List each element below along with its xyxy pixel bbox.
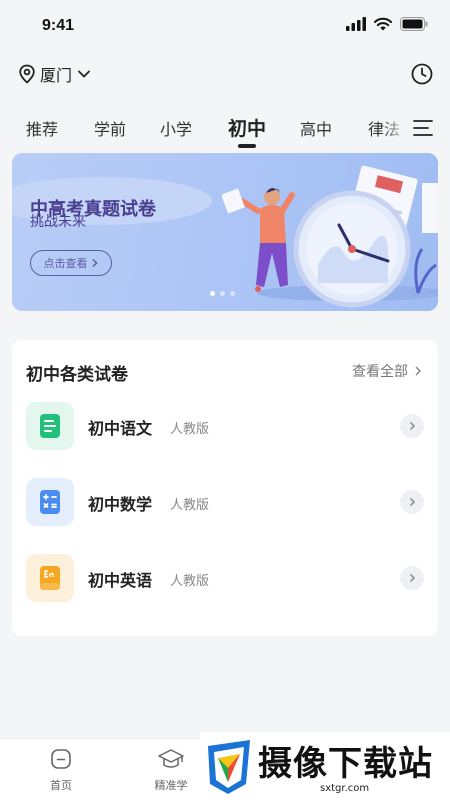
nav-home-label: 首页 [50,779,72,792]
see-all-label: 查看全部 [352,364,408,380]
watermark-logo [208,740,250,794]
history-button[interactable] [410,62,434,86]
location-selector[interactable]: 厦门 [18,62,92,86]
status-time: 9:41 [42,17,75,34]
watermark-text: 摄像下载站 [258,744,433,784]
active-tab-indicator [238,144,256,148]
clock-icon [411,63,433,85]
menu-icon [413,120,433,136]
promo-banner[interactable]: 中高考真题试卷 挑战未来 点击查看 [12,153,438,311]
item-edition: 人教版 [170,574,210,589]
nav-precision-learning-label: 精准学 [154,779,188,792]
signal-icon [346,17,366,31]
item-edition: 人教版 [170,498,210,513]
status-icons [346,17,428,31]
exam-papers-card: 初中各类试卷 查看全部 初中语文 人教版 初中数学 人教版 初中英语 人教版 [12,340,438,636]
wifi-icon [374,17,392,31]
item-arrow-button[interactable] [400,490,424,514]
banner-view-button[interactable]: 点击查看 [30,250,112,276]
document-icon [26,402,74,450]
location-pin-icon [19,64,35,84]
banner-illustration [222,165,438,308]
tab-preschool[interactable]: 学前 [94,116,126,140]
chevron-right-icon [409,497,416,507]
category-tabs: 推荐 学前 小学 初中 高中 律法 [0,108,450,150]
watermark: 摄像下载站 sxtgr.com [200,732,450,800]
item-arrow-button[interactable] [400,566,424,590]
graduation-cap-icon [158,749,184,768]
list-item-chinese[interactable]: 初中语文 人教版 [26,402,424,450]
item-title: 初中英语 [88,571,153,590]
item-title: 初中语文 [88,419,153,438]
item-title: 初中数学 [88,495,153,514]
nav-precision-learning[interactable]: 精准学 [141,747,201,793]
watermark-url: sxtgr.com [320,783,370,794]
category-menu-button[interactable] [412,118,434,138]
section-title: 初中各类试卷 [26,365,128,385]
tab-primary[interactable]: 小学 [160,116,192,140]
banner-subtitle: 挑战未来 [30,214,86,230]
location-label: 厦门 [40,66,73,85]
tab-junior-high[interactable]: 初中 [228,114,266,141]
banner-button-label: 点击查看 [43,257,88,270]
battery-icon [400,17,428,31]
item-edition: 人教版 [170,422,210,437]
list-item-english[interactable]: 初中英语 人教版 [26,554,424,602]
chevron-right-icon [409,421,416,431]
chevron-down-icon [78,70,90,78]
list-item-math[interactable]: 初中数学 人教版 [26,478,424,526]
chevron-right-icon [91,258,98,268]
see-all-link[interactable]: 查看全部 [352,361,422,381]
tab-recommend[interactable]: 推荐 [26,116,58,140]
tab-senior-high[interactable]: 高中 [300,116,332,140]
nav-home[interactable]: 首页 [31,747,91,793]
english-book-icon [26,554,74,602]
item-arrow-button[interactable] [400,414,424,438]
chevron-right-icon [409,573,416,583]
status-bar: 9:41 [0,0,450,50]
banner-pagination [210,291,235,296]
chevron-right-icon [415,366,422,376]
home-icon [51,749,71,769]
calculator-icon [26,478,74,526]
